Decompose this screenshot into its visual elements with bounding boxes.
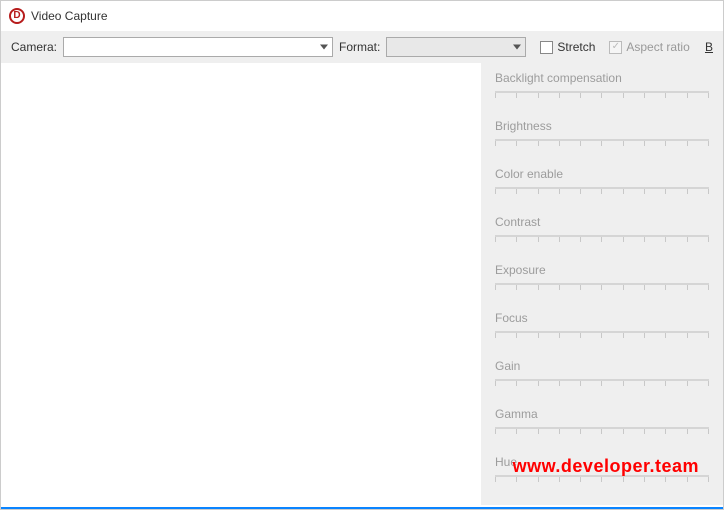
control-label: Brightness [495,119,709,133]
control-label: Hue [495,455,709,469]
stretch-checkbox-label: Stretch [557,40,595,54]
control-slider[interactable] [495,235,709,249]
title-bar: D Video Capture [1,1,723,31]
control-label: Contrast [495,215,709,229]
stretch-checkbox[interactable]: Stretch [540,40,595,54]
chevron-down-icon [320,45,328,50]
aspect-ratio-checkbox-label: Aspect ratio [626,40,689,54]
control-slider[interactable] [495,379,709,393]
control-group: Exposure [495,263,709,297]
control-slider[interactable] [495,91,709,105]
control-label: Gain [495,359,709,373]
control-slider[interactable] [495,187,709,201]
control-slider[interactable] [495,475,709,489]
control-group: Hue [495,455,709,489]
chevron-down-icon [513,45,521,50]
right-link[interactable]: B [705,40,713,54]
control-slider[interactable] [495,139,709,153]
camera-label: Camera: [11,40,57,54]
control-group: Gain [495,359,709,393]
main-area: Backlight compensation Brightness Color en… [1,63,723,505]
controls-panel: Backlight compensation Brightness Color en… [481,63,723,505]
format-select[interactable] [386,37,526,57]
control-slider[interactable] [495,331,709,345]
control-label: Exposure [495,263,709,277]
app-icon: D [9,8,25,24]
control-group: Backlight compensation [495,71,709,105]
control-group: Contrast [495,215,709,249]
control-slider[interactable] [495,427,709,441]
control-group: Brightness [495,119,709,153]
camera-select[interactable] [63,37,333,57]
checkbox-icon [540,41,553,54]
control-label: Focus [495,311,709,325]
control-group: Focus [495,311,709,345]
window-title: Video Capture [31,9,108,23]
checkbox-icon: ✓ [609,41,622,54]
control-group: Gamma [495,407,709,441]
control-label: Backlight compensation [495,71,709,85]
control-label: Color enable [495,167,709,181]
video-preview [1,63,481,505]
format-label: Format: [339,40,380,54]
toolbar: Camera: Format: Stretch ✓ Aspect ratio B [1,31,723,63]
control-label: Gamma [495,407,709,421]
control-group: Color enable [495,167,709,201]
control-slider[interactable] [495,283,709,297]
bottom-progress-line [1,507,723,509]
aspect-ratio-checkbox[interactable]: ✓ Aspect ratio [609,40,689,54]
